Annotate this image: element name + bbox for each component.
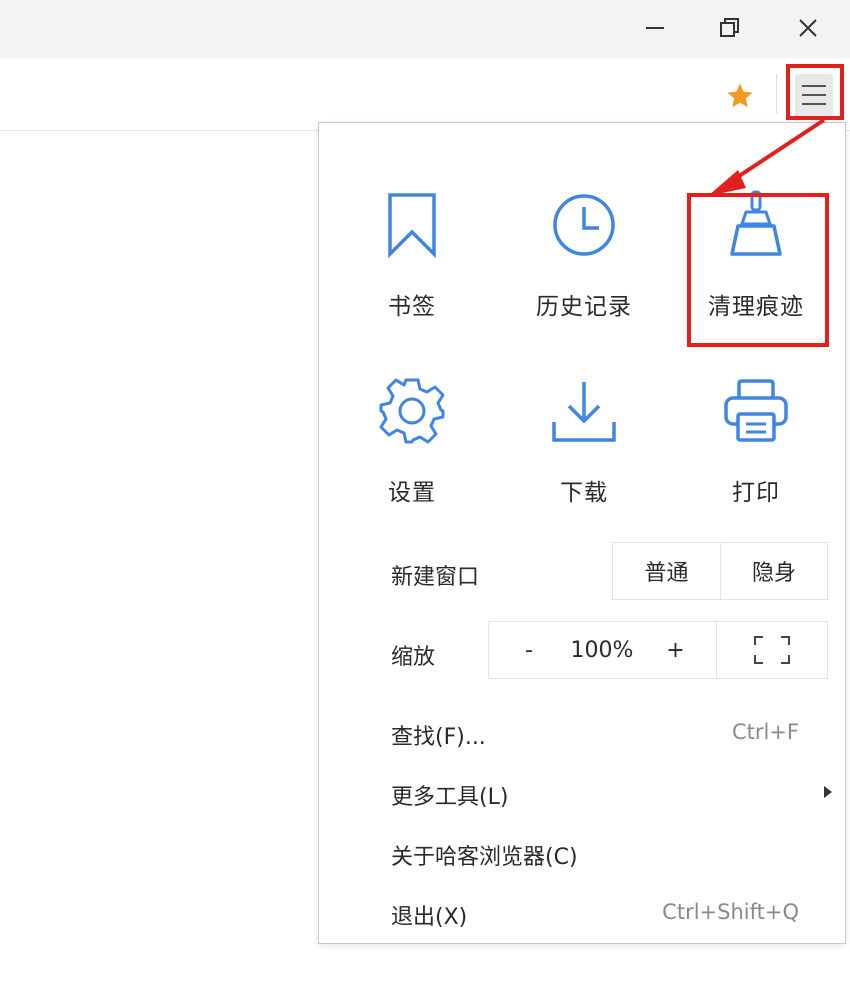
menu-item-label: 关于哈客浏览器(C) [391, 845, 578, 870]
menu-tile-bookmarks[interactable]: 书签 [327, 185, 497, 345]
menu-tile-label: 设置 [388, 480, 436, 506]
printer-icon [716, 371, 796, 451]
menu-tile-settings[interactable]: 设置 [327, 371, 497, 531]
menu-tile-print[interactable]: 打印 [671, 371, 841, 531]
zoom-out-button[interactable]: - [489, 622, 569, 678]
new-window-incognito-button[interactable]: 隐身 [721, 543, 827, 599]
clock-icon [544, 185, 624, 265]
menu-item-more-tools[interactable]: 更多工具(L) [391, 779, 811, 810]
zoom-level: 100% [570, 637, 634, 663]
menu-item-label: 更多工具(L) [391, 785, 509, 810]
zoom-label: 缩放 [391, 645, 436, 670]
chevron-right-icon [824, 786, 832, 798]
minimize-icon [646, 27, 664, 29]
close-button[interactable] [778, 6, 838, 50]
new-window-button-group: 普通 隐身 [612, 542, 828, 600]
download-icon [544, 371, 624, 451]
shortcut-find: Ctrl+F [731, 720, 799, 744]
main-menu-panel: 书签 历史记录 清理痕迹 设置 下载 打印 新建窗口 普通 隐身 缩放 - 10… [318, 122, 846, 944]
menu-item-label: 退出(X) [391, 905, 468, 930]
menu-tile-label: 历史记录 [536, 294, 632, 320]
zoom-control: - 100% + [488, 621, 828, 679]
annotation-arrow [708, 118, 826, 196]
bookmark-icon [372, 185, 452, 265]
clear-traces-highlight-box [687, 193, 829, 347]
menu-item-label: 查找(F)... [391, 725, 486, 750]
new-window-label: 新建窗口 [391, 565, 480, 590]
menu-tile-label: 书签 [388, 294, 436, 320]
menu-tile-download[interactable]: 下载 [499, 371, 669, 531]
shortcut-exit: Ctrl+Shift+Q [662, 900, 799, 924]
menu-tile-history[interactable]: 历史记录 [499, 185, 669, 345]
new-window-normal-button[interactable]: 普通 [613, 543, 721, 599]
restore-button[interactable] [700, 6, 760, 50]
fullscreen-icon [754, 636, 790, 664]
menu-item-about[interactable]: 关于哈客浏览器(C) [391, 839, 811, 870]
menu-tile-label: 打印 [732, 480, 780, 506]
fullscreen-button[interactable] [717, 622, 827, 678]
menu-tile-label: 下载 [560, 480, 608, 506]
minimize-button[interactable] [625, 6, 685, 50]
close-icon [799, 19, 817, 37]
star-icon [727, 83, 753, 108]
gear-icon [372, 371, 452, 451]
zoom-in-button[interactable]: + [635, 622, 717, 678]
restore-icon [720, 18, 739, 37]
title-bar [0, 0, 850, 58]
